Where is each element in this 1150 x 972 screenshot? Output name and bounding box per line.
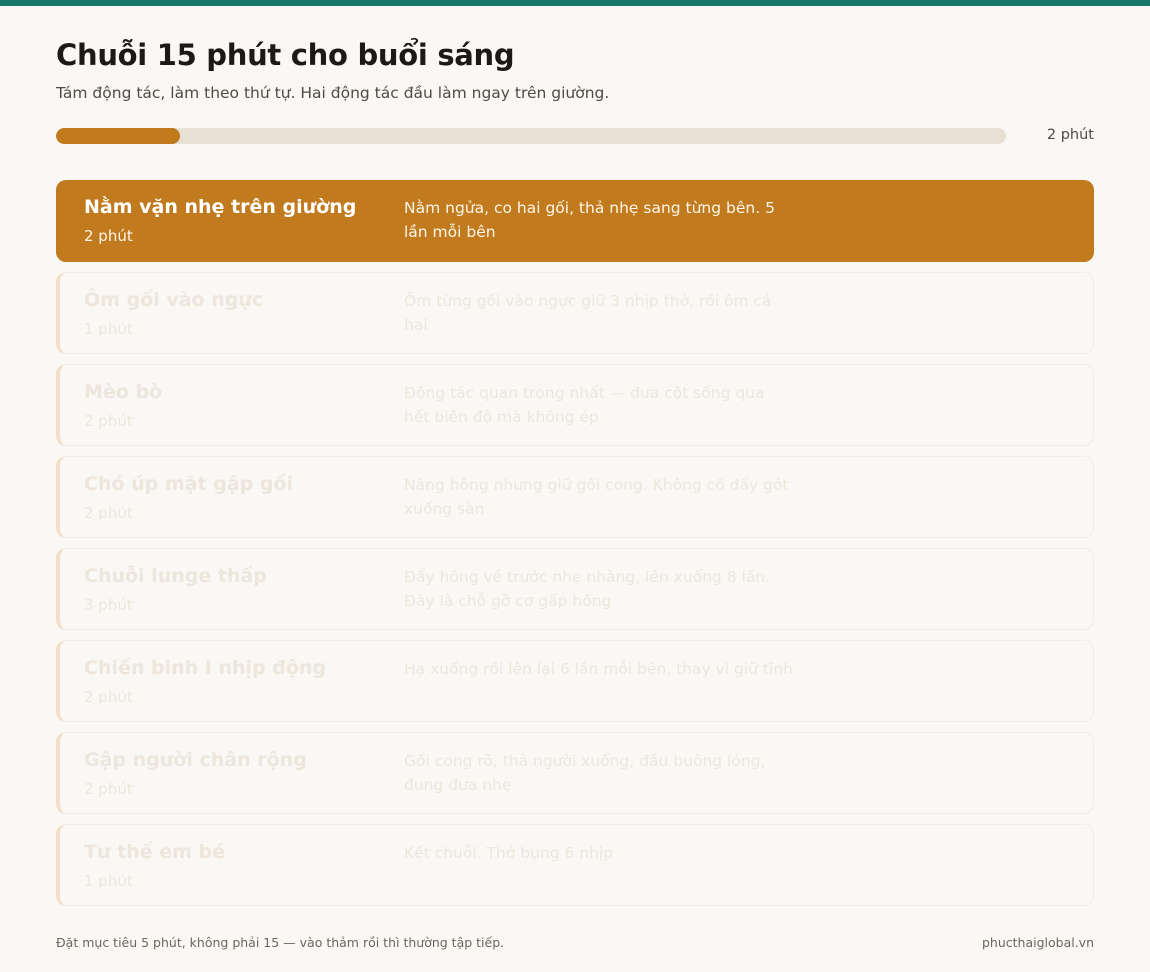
step-name: Chuỗi lunge thấp — [84, 565, 267, 587]
top-accent-bar — [0, 0, 1150, 6]
step-duration: 1 phút — [84, 320, 133, 338]
step-item-6[interactable]: Chiến binh I nhịp động 2 phút Hạ xuống r… — [56, 640, 1094, 722]
step-item-4[interactable]: Chó úp mặt gập gối 2 phút Nâng hông nhưn… — [56, 456, 1094, 538]
step-description: Nâng hông nhưng giữ gối cong. Không cố đ… — [404, 476, 789, 518]
step-item-8[interactable]: Tư thế em bé 1 phút Kết chuỗi. Thở bụng … — [56, 824, 1094, 906]
step-duration: 2 phút — [84, 504, 133, 522]
step-duration: 2 phút — [84, 780, 133, 798]
step-description: Kết chuỗi. Thở bụng 6 nhịp — [404, 844, 614, 862]
step-duration: 1 phút — [84, 872, 133, 890]
progress-bar — [56, 128, 1006, 144]
step-name: Tư thế em bé — [84, 841, 225, 863]
step-item-1[interactable]: Nằm vặn nhẹ trên giường 2 phút Nằm ngửa,… — [56, 180, 1094, 262]
page-subtitle: Tám động tác, làm theo thứ tự. Hai động … — [56, 84, 610, 102]
step-name: Chiến binh I nhịp động — [84, 657, 327, 679]
step-item-7[interactable]: Gập người chân rộng 2 phút Gối cong rõ, … — [56, 732, 1094, 814]
step-duration: 2 phút — [84, 688, 133, 706]
step-name: Mèo bò — [84, 381, 163, 403]
step-item-3[interactable]: Mèo bò 2 phút Động tác quan trọng nhất —… — [56, 364, 1094, 446]
step-name: Nằm vặn nhẹ trên giường — [84, 196, 357, 218]
progress-label: 2 phút — [1046, 127, 1094, 143]
step-description: Gối cong rõ, thả người xuống, đầu buông … — [404, 752, 766, 794]
step-description: Đẩy hông về trước nhẹ nhàng, lên xuống 8… — [404, 568, 771, 610]
footer-site-link[interactable]: phucthaiglobal.vn — [982, 935, 1094, 950]
step-description: Ôm từng gối vào ngực giữ 3 nhịp thở, rồi… — [404, 292, 772, 334]
step-description: Nằm ngửa, co hai gối, thả nhẹ sang từng … — [404, 199, 775, 241]
step-name: Gập người chân rộng — [84, 749, 307, 771]
page-title: Chuỗi 15 phút cho buổi sáng — [56, 38, 515, 72]
step-name: Chó úp mặt gập gối — [84, 473, 293, 495]
step-item-5[interactable]: Chuỗi lunge thấp 3 phút Đẩy hông về trướ… — [56, 548, 1094, 630]
footer-note: Đặt mục tiêu 5 phút, không phải 15 — vào… — [56, 935, 505, 950]
step-list: Nằm vặn nhẹ trên giường 2 phút Nằm ngửa,… — [56, 180, 1094, 916]
step-duration: 2 phút — [84, 227, 133, 245]
progress-bar-fill — [56, 128, 180, 144]
step-name: Ôm gối vào ngực — [84, 289, 264, 311]
step-duration: 3 phút — [84, 596, 133, 614]
step-item-2[interactable]: Ôm gối vào ngực 1 phút Ôm từng gối vào n… — [56, 272, 1094, 354]
step-description: Động tác quan trọng nhất — đưa cột sống … — [404, 384, 765, 426]
step-description: Hạ xuống rồi lên lại 6 lần mỗi bên, thay… — [404, 660, 793, 678]
step-duration: 2 phút — [84, 412, 133, 430]
